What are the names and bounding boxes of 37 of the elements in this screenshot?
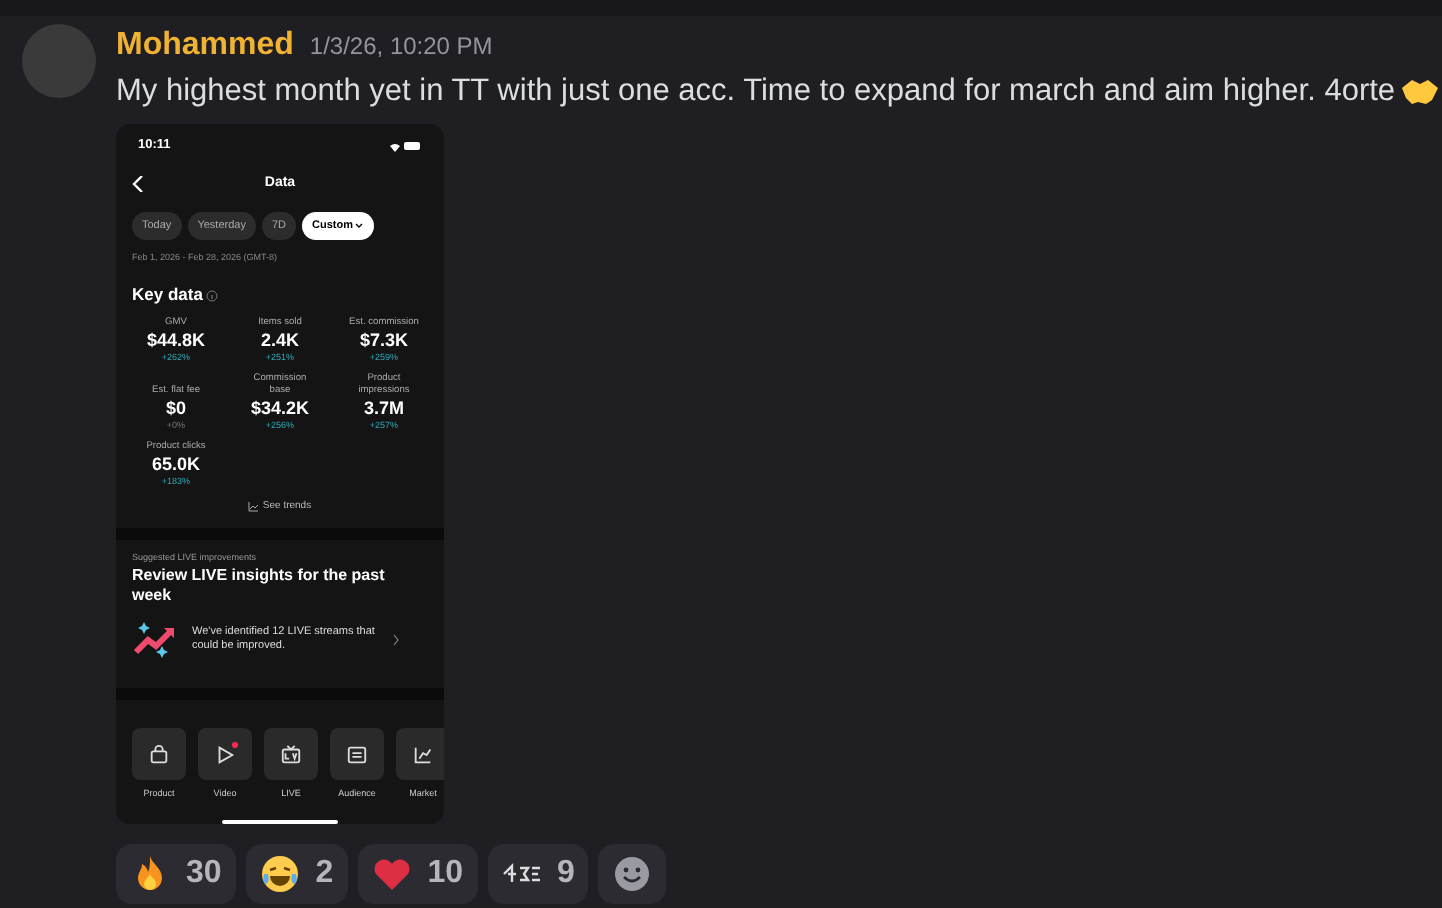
- suggestion-title: Review LIVE insights for the past week: [132, 566, 387, 607]
- reaction-button[interactable]: 2: [245, 844, 348, 905]
- info-icon: [206, 289, 219, 302]
- bag-icon: [148, 743, 170, 766]
- chart-icon: [248, 502, 259, 513]
- reaction-button[interactable]: 9: [487, 844, 589, 905]
- chevron-right-icon[interactable]: [392, 634, 400, 647]
- metric-value: $0: [165, 398, 186, 421]
- metric-value: 65.0K: [151, 454, 201, 477]
- metric-value: $34.2K: [250, 398, 310, 421]
- phone-screenshot[interactable]: [116, 124, 444, 825]
- laughing-face-icon: [259, 854, 300, 895]
- author-name[interactable]: Mohammed: [116, 22, 294, 70]
- play-icon: [214, 743, 236, 766]
- tool-button[interactable]: [264, 728, 318, 781]
- chevron-down-icon: [354, 221, 365, 230]
- id-card-icon: [346, 743, 368, 766]
- tool-button[interactable]: [330, 728, 384, 781]
- timestamp: 1/3/26, 10:20 PM: [309, 30, 493, 64]
- tool-button[interactable]: [132, 728, 186, 781]
- back-icon[interactable]: [132, 175, 144, 192]
- smiley-icon: [614, 856, 651, 893]
- metric-value: $44.8K: [146, 330, 206, 353]
- section-title: Key data: [132, 282, 203, 309]
- tool-button[interactable]: [198, 728, 252, 781]
- reaction-button[interactable]: 10: [357, 844, 477, 905]
- metric-value: 2.4K: [260, 330, 299, 353]
- chart-icon: [412, 743, 434, 766]
- metric-value: 3.7M: [363, 398, 404, 421]
- message-text: My highest month yet in TT with just one acc. Time to expand for march and aim higher. 4orte: [116, 72, 1396, 112]
- reaction-button[interactable]: 30: [116, 844, 236, 905]
- heart-icon: [371, 854, 412, 895]
- add-reaction-button[interactable]: [598, 844, 667, 905]
- custom-emoji-icon: [501, 862, 541, 887]
- tool-button[interactable]: [396, 728, 444, 781]
- metric-value: $7.3K: [359, 330, 409, 353]
- tv-icon: [280, 743, 302, 766]
